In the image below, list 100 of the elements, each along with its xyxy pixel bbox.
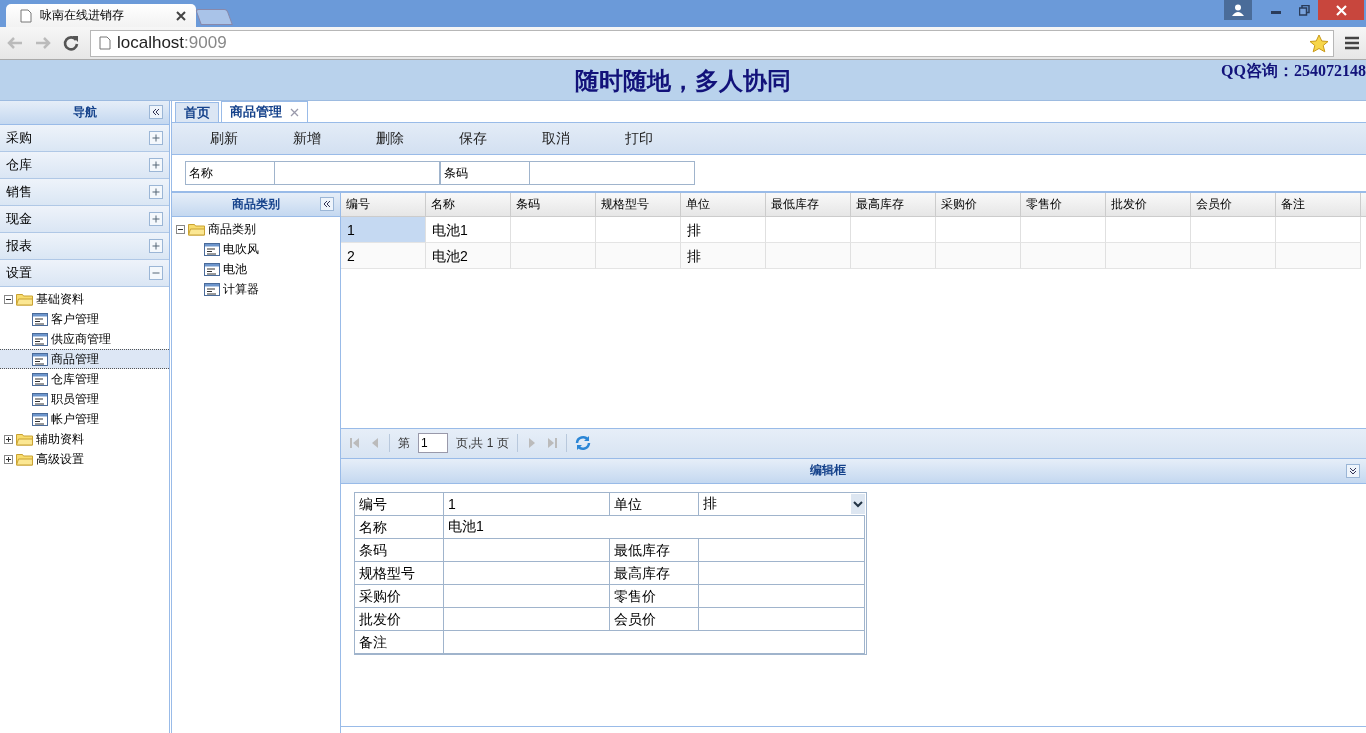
editor-title: 编辑框 [810, 462, 846, 479]
toggle-icon [4, 434, 13, 444]
list-icon [32, 372, 48, 386]
caret-icon [851, 493, 865, 514]
refresh-icon[interactable] [574, 435, 591, 451]
toolbar-button[interactable]: 打印 [597, 129, 680, 148]
field-label: 单位 [610, 492, 699, 516]
unit-select[interactable]: 排 [699, 492, 865, 516]
column-header[interactable]: 批发价 [1106, 193, 1191, 216]
new-tab-button[interactable] [195, 9, 233, 25]
tab[interactable]: 商品管理 [221, 101, 308, 122]
list-icon [32, 412, 48, 426]
forward-icon[interactable] [34, 35, 52, 51]
column-header[interactable]: 编号 [341, 193, 426, 216]
input-field[interactable]: 电池1 [444, 515, 865, 539]
column-header[interactable]: 名称 [426, 193, 511, 216]
tree-item[interactable]: 计算器 [172, 279, 340, 299]
table-cell: 电池2 [426, 243, 511, 269]
pager-text: 页,共 1 页 [456, 434, 509, 452]
input-field[interactable] [444, 630, 865, 654]
toolbar-button[interactable]: 保存 [431, 129, 514, 148]
input-field[interactable] [699, 561, 865, 585]
page-icon [20, 8, 32, 23]
column-header[interactable]: 单位 [681, 193, 766, 216]
tree-node[interactable]: 高级设置 [0, 449, 169, 469]
tree-node[interactable]: 基础资料 [0, 289, 169, 309]
input-field[interactable] [699, 584, 865, 608]
last-page-icon[interactable] [545, 437, 558, 449]
table-cell: 1 [341, 217, 426, 243]
accordion-header[interactable]: 销售 [0, 179, 169, 206]
close-icon[interactable] [1318, 0, 1364, 20]
category-title: 商品类别 [232, 196, 280, 213]
tree-item[interactable]: 电吹风 [172, 239, 340, 259]
column-header[interactable]: 条码 [511, 193, 596, 216]
input-field[interactable] [444, 561, 610, 585]
reload-icon[interactable] [62, 34, 80, 52]
back-icon[interactable] [6, 35, 24, 51]
page-field[interactable]: 1 [418, 433, 448, 453]
expand-icon [149, 131, 163, 145]
tree-item[interactable]: 电池 [172, 259, 340, 279]
accordion-header[interactable]: 现金 [0, 206, 169, 233]
table-cell: 排 [681, 243, 766, 269]
accordion-header[interactable]: 设置 [0, 260, 169, 287]
collapse-icon[interactable] [1346, 463, 1360, 478]
input-field[interactable] [699, 538, 865, 562]
tree-node[interactable]: 辅助资料 [0, 429, 169, 449]
user-icon[interactable] [1224, 0, 1252, 20]
accordion-header[interactable]: 仓库 [0, 152, 169, 179]
folder-icon [188, 222, 205, 236]
toggle-icon [4, 454, 13, 464]
folder-icon [16, 452, 33, 466]
tab[interactable]: 首页 [175, 102, 219, 122]
column-header[interactable]: 零售价 [1021, 193, 1106, 216]
accordion-header[interactable]: 采购 [0, 125, 169, 152]
toolbar-button[interactable]: 新增 [265, 129, 348, 148]
tree-item[interactable]: 仓库管理 [0, 369, 169, 389]
toolbar-button[interactable]: 删除 [348, 129, 431, 148]
input-field[interactable] [444, 538, 610, 562]
column-header[interactable]: 最高库存 [851, 193, 936, 216]
column-header[interactable]: 最低库存 [766, 193, 851, 216]
toolbar-button[interactable]: 刷新 [182, 129, 265, 148]
input-field[interactable] [444, 607, 610, 631]
tree-item[interactable]: 职员管理 [0, 389, 169, 409]
address-bar[interactable]: localhost:9009 [90, 29, 1334, 57]
expand-icon [149, 239, 163, 253]
star-icon[interactable] [1309, 33, 1329, 53]
column-header[interactable]: 备注 [1276, 193, 1361, 216]
list-icon [32, 352, 48, 366]
expand-icon [149, 158, 163, 172]
tree-item[interactable]: 商品管理 [0, 349, 169, 369]
toolbar-button[interactable]: 取消 [514, 129, 597, 148]
expand-icon [149, 266, 163, 280]
browser-tab[interactable]: 咏南在线进销存 [6, 4, 196, 27]
tree-item[interactable]: 供应商管理 [0, 329, 169, 349]
list-icon [204, 282, 220, 296]
toggle-icon [4, 294, 13, 304]
tab-title: 咏南在线进销存 [40, 7, 125, 24]
collapse-icon[interactable] [320, 197, 334, 211]
menu-icon[interactable] [1344, 36, 1360, 50]
expand-icon [149, 212, 163, 226]
list-icon [32, 312, 48, 326]
column-header[interactable]: 规格型号 [596, 193, 681, 216]
column-header[interactable]: 采购价 [936, 193, 1021, 216]
tree-item[interactable]: 客户管理 [0, 309, 169, 329]
input-field[interactable] [444, 584, 610, 608]
search-field[interactable] [274, 161, 440, 185]
first-page-icon[interactable] [349, 437, 361, 449]
tree-item[interactable]: 帐户管理 [0, 409, 169, 429]
list-icon [204, 262, 220, 276]
column-header[interactable]: 会员价 [1191, 193, 1276, 216]
accordion-header[interactable]: 报表 [0, 233, 169, 260]
input-field[interactable]: 1 [444, 492, 610, 516]
folder-icon [16, 432, 33, 446]
input-field[interactable] [699, 607, 865, 631]
page-icon [99, 36, 111, 50]
tree-node[interactable]: 商品类别 [172, 219, 340, 239]
url-text: localhost:9009 [117, 33, 227, 53]
search-field[interactable] [529, 161, 695, 185]
collapse-icon[interactable] [149, 105, 163, 119]
close-icon[interactable] [176, 10, 186, 21]
